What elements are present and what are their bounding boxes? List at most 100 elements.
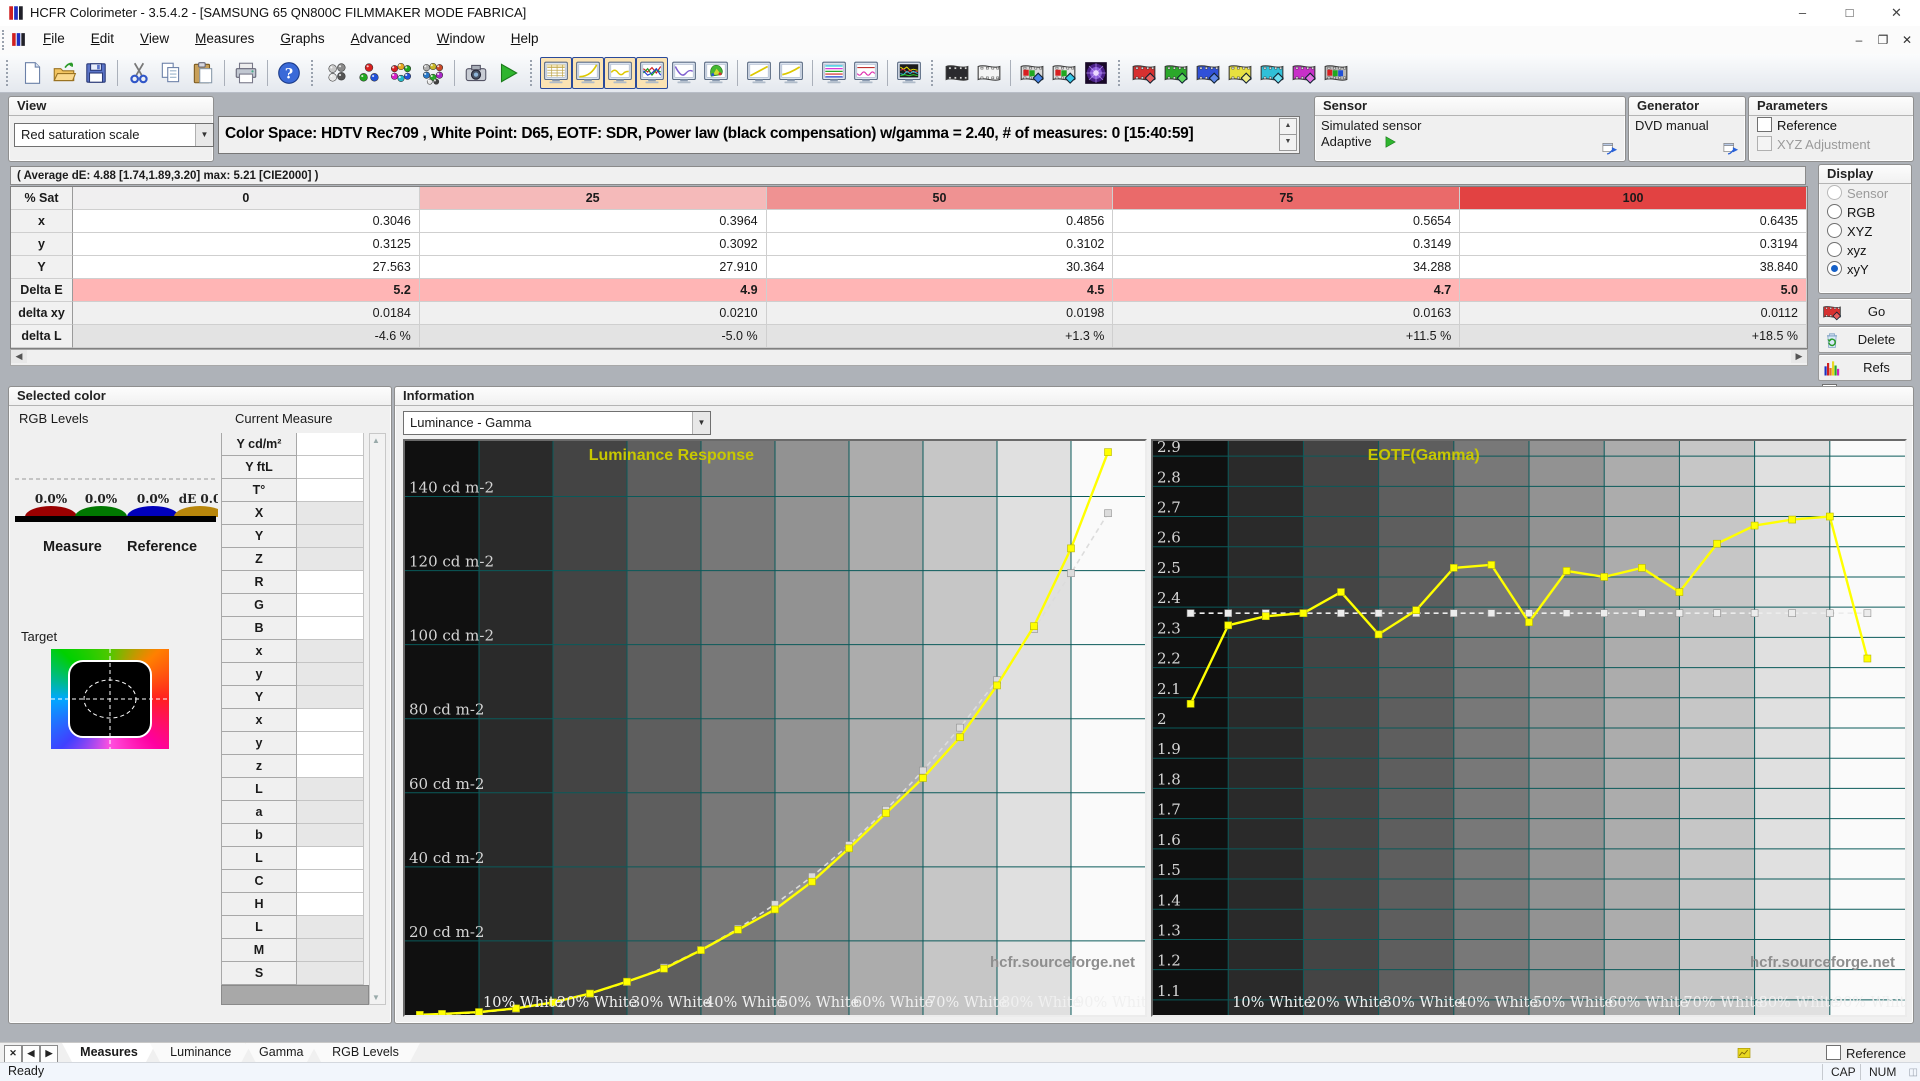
sat-cell[interactable]: +1.3 % <box>766 325 1114 348</box>
display-radio-rgb[interactable]: RGB <box>1819 203 1911 222</box>
save-button[interactable] <box>80 57 112 89</box>
scroll-right-icon[interactable]: ▶ <box>1791 350 1807 363</box>
menu-edit[interactable]: Edit <box>78 26 127 51</box>
close-button[interactable]: ✕ <box>1873 0 1920 26</box>
sat-cell[interactable]: 38.840 <box>1460 256 1807 279</box>
information-view-select[interactable]: Luminance - Gamma ▼ <box>403 411 711 435</box>
measure-table-vscrollbar[interactable]: ▲ ▼ <box>369 433 386 1005</box>
display-radio-xyz[interactable]: XYZ <box>1819 222 1911 241</box>
sat-cell[interactable]: 0.3125 <box>73 233 420 256</box>
menu-drag-handle[interactable] <box>2 30 7 50</box>
sat-cell[interactable]: 5.2 <box>73 279 420 302</box>
sat-cell[interactable]: 0.3964 <box>419 210 767 233</box>
gamma-view-button[interactable] <box>604 57 636 89</box>
toolbar-drag-handle[interactable] <box>311 60 317 86</box>
sensor-config-icon[interactable] <box>1601 140 1619 158</box>
mdi-close-button[interactable]: ✕ <box>1896 30 1918 50</box>
display-radio-xyy[interactable]: xyY <box>1819 260 1911 279</box>
sat-cell[interactable]: -4.6 % <box>73 325 420 348</box>
white-film-button[interactable] <box>973 57 1005 89</box>
tab-luminance[interactable]: Luminance <box>150 1043 252 1062</box>
help-button[interactable]: ? <box>273 57 305 89</box>
info-spin-up-button[interactable]: ▲ <box>1279 118 1297 135</box>
menu-help[interactable]: Help <box>498 26 552 51</box>
scroll-left-icon[interactable]: ◀ <box>11 350 27 363</box>
scale-select[interactable]: Red saturation scale ▼ <box>14 123 214 147</box>
sat-cell[interactable]: 0.6435 <box>1460 210 1807 233</box>
luminance-log-view-button[interactable] <box>743 57 775 89</box>
cie-diagram-view-button[interactable] <box>700 57 732 89</box>
maximize-button[interactable]: □ <box>1826 0 1873 26</box>
tab-scroll-right-button[interactable]: ▶ <box>40 1045 58 1063</box>
colorchecker-measure-button[interactable] <box>417 57 449 89</box>
sat-cell[interactable]: 4.9 <box>419 279 767 302</box>
contrast-view-button[interactable] <box>775 57 807 89</box>
tab-scroll-left-button[interactable]: ◀ <box>22 1045 40 1063</box>
generator-config-icon[interactable] <box>1722 140 1740 158</box>
toolbar-drag-handle[interactable] <box>6 60 12 86</box>
sat-cell[interactable]: 0.4856 <box>766 210 1114 233</box>
sat-cell[interactable]: 0.0198 <box>766 302 1114 325</box>
red-film-button[interactable] <box>1128 57 1160 89</box>
sat-cell[interactable]: 0.3092 <box>419 233 767 256</box>
reference-checkbox-box[interactable] <box>1826 1045 1841 1060</box>
menu-file[interactable]: File <box>30 26 78 51</box>
copy-button[interactable] <box>155 57 187 89</box>
reference-checkbox[interactable]: Reference <box>1826 1045 1906 1061</box>
tab-measures[interactable]: Measures <box>62 1043 156 1062</box>
green-film-button[interactable] <box>1160 57 1192 89</box>
display-radio-xyz[interactable]: xyz <box>1819 241 1911 260</box>
toolbar-drag-handle[interactable] <box>1118 60 1124 86</box>
run-measures-button[interactable] <box>492 57 524 89</box>
sat-cell[interactable]: 5.0 <box>1460 279 1807 302</box>
sat-cell[interactable]: +11.5 % <box>1113 325 1461 348</box>
cyan-film-button[interactable] <box>1256 57 1288 89</box>
new-document-button[interactable] <box>16 57 48 89</box>
cut-button[interactable] <box>123 57 155 89</box>
luminance-view-button[interactable] <box>572 57 604 89</box>
paste-button[interactable] <box>187 57 219 89</box>
snapshot-camera-button[interactable] <box>460 57 492 89</box>
go-button[interactable]: Go <box>1818 298 1912 325</box>
saturation-shift-view-button[interactable] <box>850 57 882 89</box>
rgb-film-alt-button[interactable] <box>1048 57 1080 89</box>
minimize-button[interactable]: – <box>1779 0 1826 26</box>
sat-cell[interactable]: 0.3102 <box>766 233 1114 256</box>
sat-cell[interactable]: 0.0112 <box>1460 302 1807 325</box>
sat-cell[interactable]: -5.0 % <box>419 325 767 348</box>
sat-cell[interactable]: 34.288 <box>1113 256 1461 279</box>
plasma-pattern-button[interactable] <box>1080 57 1112 89</box>
toolbar-drag-handle[interactable] <box>530 60 536 86</box>
saturations-measure-button[interactable] <box>385 57 417 89</box>
sat-cell[interactable]: 0.0163 <box>1113 302 1461 325</box>
rgb-levels-view-button[interactable] <box>636 57 668 89</box>
menu-view[interactable]: View <box>127 26 182 51</box>
sat-cell[interactable]: 30.364 <box>766 256 1114 279</box>
measures-history-view-button[interactable] <box>893 57 925 89</box>
blue-film-button[interactable] <box>1192 57 1224 89</box>
sat-cell[interactable]: 27.563 <box>73 256 420 279</box>
adaptive-run-icon[interactable] <box>1383 135 1397 149</box>
menu-advanced[interactable]: Advanced <box>338 26 424 51</box>
sat-cell[interactable]: 4.5 <box>766 279 1114 302</box>
print-button[interactable] <box>230 57 262 89</box>
primaries-measure-button[interactable] <box>353 57 385 89</box>
open-folder-button[interactable] <box>48 57 80 89</box>
menu-window[interactable]: Window <box>424 26 498 51</box>
reference-checkbox[interactable]: Reference <box>1749 116 1913 135</box>
toolbar-drag-handle[interactable] <box>931 60 937 86</box>
black-film-button[interactable] <box>941 57 973 89</box>
nearblack-view-button[interactable] <box>668 57 700 89</box>
scroll-down-icon[interactable]: ▼ <box>372 993 380 1002</box>
delete-button[interactable]: Delete <box>1818 326 1912 353</box>
colortemp-view-button[interactable] <box>818 57 850 89</box>
sat-cell[interactable]: 0.3149 <box>1113 233 1461 256</box>
refs-button[interactable]: Refs <box>1818 354 1912 381</box>
yellow-film-button[interactable] <box>1224 57 1256 89</box>
saturation-table-hscrollbar[interactable]: ◀ ▶ <box>10 349 1808 366</box>
tab-gamma[interactable]: Gamma <box>246 1043 318 1062</box>
menu-measures[interactable]: Measures <box>182 26 267 51</box>
rgb-film-button[interactable] <box>1016 57 1048 89</box>
mdi-minimize-button[interactable]: – <box>1848 30 1870 50</box>
magenta-film-button[interactable] <box>1288 57 1320 89</box>
